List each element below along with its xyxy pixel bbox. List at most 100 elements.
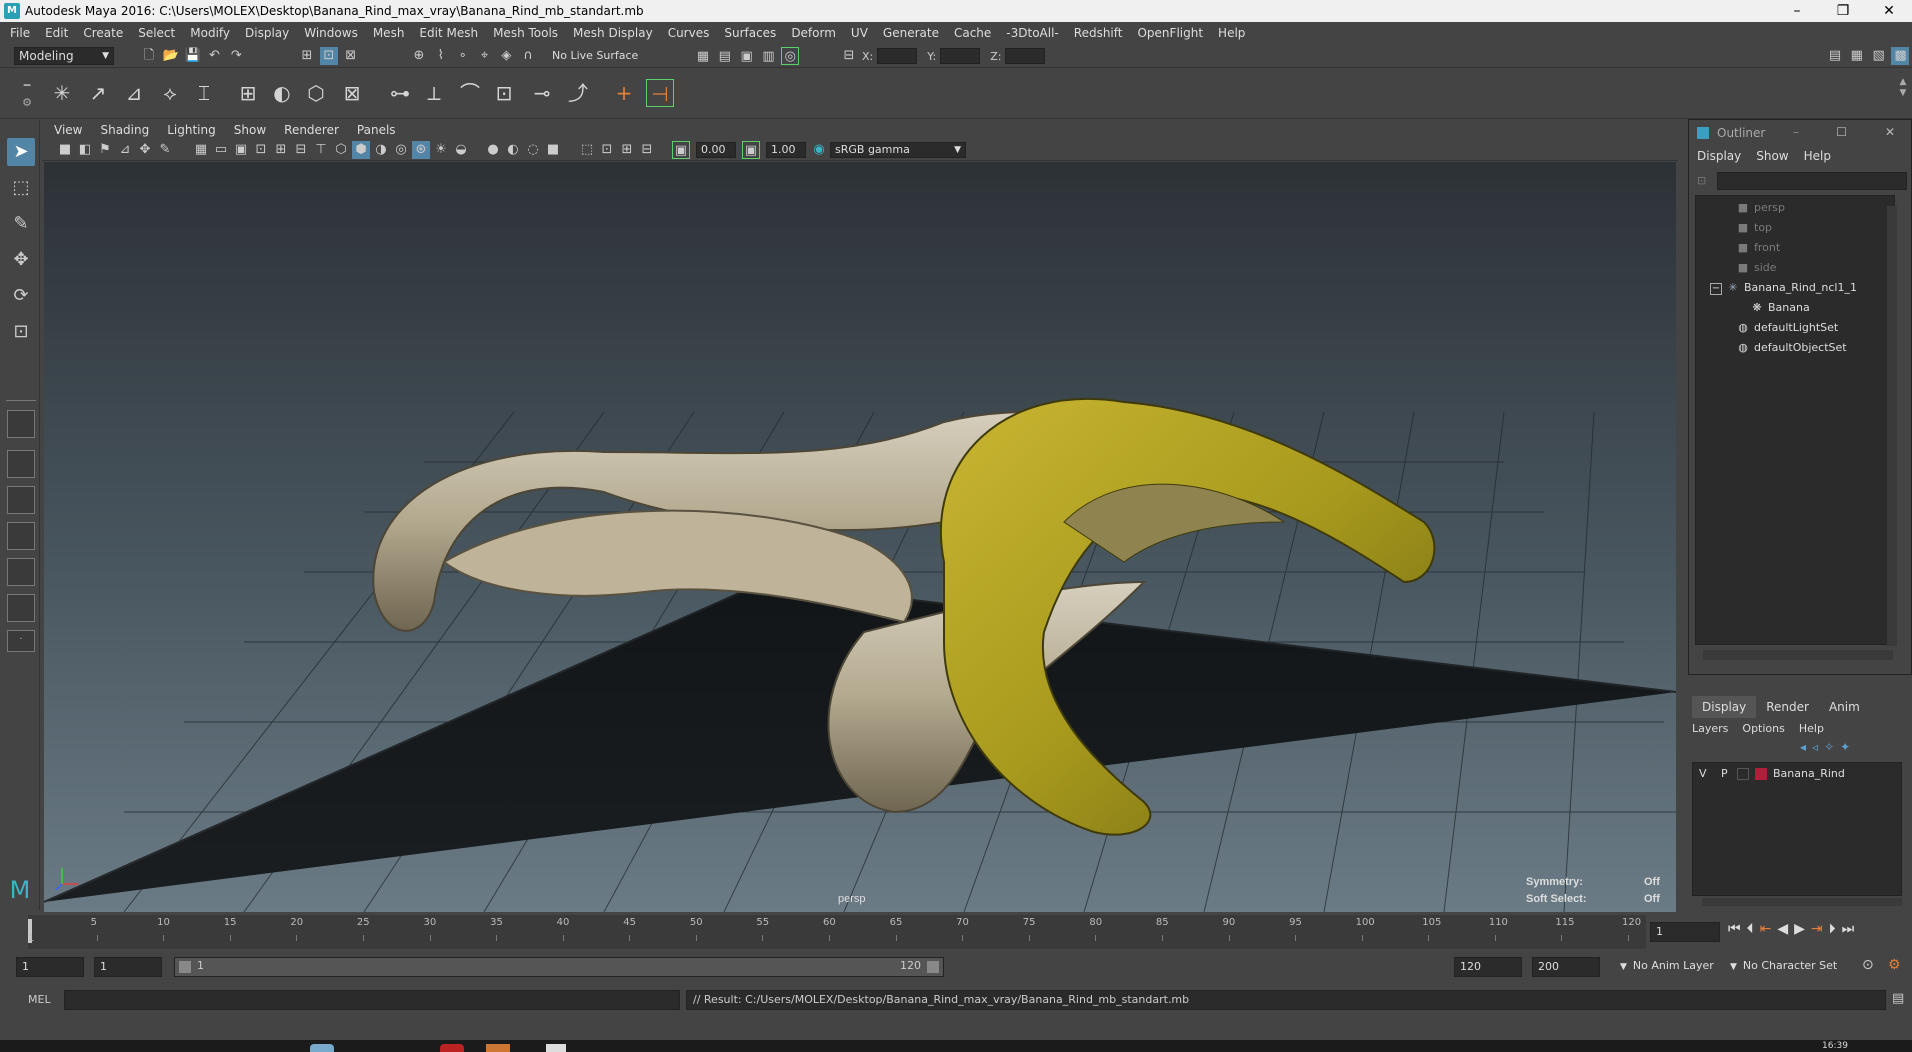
xray-joints-icon[interactable]: ⊟: [638, 141, 656, 159]
scale-tool-icon[interactable]: ⊡: [7, 318, 35, 346]
more-layouts-icon[interactable]: ·: [7, 630, 35, 652]
perspective-viewport[interactable]: persp Symmetry: Off Soft Select: Off: [44, 162, 1676, 912]
outliner-menu-help[interactable]: Help: [1804, 149, 1831, 163]
render-frame-icon[interactable]: ▤: [716, 48, 734, 66]
menu-modify[interactable]: Modify: [190, 26, 230, 40]
character-set-dropdown[interactable]: ▼ No Character Set: [1730, 959, 1837, 972]
playback-start-field[interactable]: 1: [94, 957, 162, 977]
smooth-shade-icon[interactable]: ⬢: [352, 141, 370, 159]
grease-pencil-icon[interactable]: ✎: [156, 141, 174, 159]
options-menu[interactable]: Options: [1742, 722, 1784, 735]
gamma-icon[interactable]: ▣: [742, 141, 760, 159]
four-view-icon[interactable]: [7, 450, 35, 478]
y-field[interactable]: [940, 48, 981, 64]
shelf-scroll-icon[interactable]: ▲ ▼: [1898, 77, 1908, 111]
bezier-curve-icon[interactable]: ⌶: [190, 79, 218, 107]
tab-render[interactable]: Render: [1756, 696, 1819, 718]
outliner-item[interactable]: ■ persp: [1736, 198, 1785, 218]
viewport-menu-view[interactable]: View: [54, 123, 82, 137]
combine-icon[interactable]: ⊞: [234, 79, 262, 107]
outliner-hscrollbar[interactable]: [1703, 650, 1893, 660]
menu-edit-mesh[interactable]: Edit Mesh: [419, 26, 478, 40]
move-layer-down-icon[interactable]: ◃: [1812, 740, 1818, 754]
current-frame-field[interactable]: 1: [1650, 922, 1720, 942]
animation-start-field[interactable]: 1: [16, 957, 84, 977]
range-end-handle[interactable]: [927, 961, 939, 973]
snap-view-icon[interactable]: ⌖: [475, 47, 493, 65]
extrude-icon[interactable]: ⬡: [302, 79, 330, 107]
outliner-item[interactable]: ■ front: [1736, 238, 1780, 258]
script-editor-icon[interactable]: ▤: [1892, 991, 1904, 1006]
menu-mesh[interactable]: Mesh: [373, 26, 405, 40]
target-weld-icon[interactable]: ⤴: [564, 79, 592, 107]
viewport-menu-lighting[interactable]: Lighting: [167, 123, 216, 137]
snap-point-icon[interactable]: ∘: [454, 47, 472, 65]
modeling-toolkit-icon[interactable]: ▤: [1826, 47, 1844, 65]
menu-select[interactable]: Select: [138, 26, 175, 40]
view-transform-dropdown[interactable]: sRGB gamma ▼: [830, 142, 966, 158]
animation-end-field[interactable]: 200: [1532, 957, 1600, 977]
magnet-icon[interactable]: ∩: [519, 47, 537, 65]
attribute-editor-icon[interactable]: ▦: [1848, 47, 1866, 65]
x-field[interactable]: [877, 48, 918, 64]
snap-curve-icon[interactable]: ⌇: [432, 47, 450, 65]
safe-action-icon[interactable]: ⊟: [292, 141, 310, 159]
wireframe-on-shaded-icon[interactable]: ◎: [392, 141, 410, 159]
move-layer-up-icon[interactable]: ◂: [1800, 740, 1806, 754]
step-forward-frame-icon[interactable]: ⏵: [1829, 921, 1836, 937]
rotate-tool-icon[interactable]: ⟳: [7, 282, 35, 310]
color-management-icon[interactable]: ◉: [810, 141, 828, 159]
outliner-close-button[interactable]: ✕: [1885, 125, 1895, 139]
exposure-icon[interactable]: ▣: [672, 141, 690, 159]
viewport-menu-shading[interactable]: Shading: [100, 123, 149, 137]
outliner-menu-show[interactable]: Show: [1756, 149, 1788, 163]
outliner-item[interactable]: ■ top: [1736, 218, 1772, 238]
open-scene-icon[interactable]: 📂: [162, 47, 180, 65]
persp-graph-icon[interactable]: [7, 522, 35, 550]
menu-3dtoall[interactable]: -3DtoAll-: [1006, 26, 1058, 40]
time-slider[interactable]: 1 5 10 15 20 25 30 35 40 45 50 55 60 65 70 75 80 85 90 95 1…: [28, 915, 1646, 949]
outliner-minimize-button[interactable]: –: [1793, 125, 1799, 139]
tool-settings-icon[interactable]: ▧: [1870, 47, 1888, 65]
menu-uv[interactable]: UV: [851, 26, 868, 40]
menu-edit[interactable]: Edit: [45, 26, 68, 40]
camera-attr-icon[interactable]: ◧: [76, 141, 94, 159]
bookmark-icon[interactable]: ⚑: [96, 141, 114, 159]
layer-hscrollbar[interactable]: [1702, 898, 1902, 906]
paint-select-icon[interactable]: ✎: [7, 210, 35, 238]
move-tool-icon[interactable]: ✥: [7, 246, 35, 274]
menu-curves[interactable]: Curves: [668, 26, 710, 40]
step-forward-key-icon[interactable]: ⇥: [1811, 921, 1823, 937]
layer-color-swatch[interactable]: [1755, 768, 1767, 780]
xray-icon[interactable]: ⊡: [598, 141, 616, 159]
animation-prefs-icon[interactable]: ⚙: [1888, 957, 1901, 973]
polygon-sphere-icon[interactable]: ✳: [48, 79, 76, 107]
redo-icon[interactable]: ↷: [227, 47, 245, 65]
outliner-vscrollbar[interactable]: [1887, 206, 1897, 646]
outliner-item[interactable]: ◍ defaultObjectSet: [1736, 338, 1846, 358]
hypershade-icon[interactable]: ◎: [781, 47, 800, 65]
motion-blur-icon[interactable]: ◐: [504, 141, 522, 159]
lights-icon[interactable]: ☀: [432, 141, 450, 159]
snap-grid-icon[interactable]: ⊕: [410, 47, 428, 65]
undo-icon[interactable]: ↶: [205, 47, 223, 65]
play-backwards-icon[interactable]: ◀: [1777, 921, 1788, 937]
menu-deform[interactable]: Deform: [791, 26, 836, 40]
select-tool-icon[interactable]: ➤: [7, 138, 35, 166]
menu-mesh-display[interactable]: Mesh Display: [573, 26, 653, 40]
script-language-toggle[interactable]: MEL: [28, 993, 51, 1006]
tab-anim[interactable]: Anim: [1819, 696, 1870, 718]
input-mode-icon[interactable]: ⊟: [840, 47, 858, 65]
xray-active-icon[interactable]: ⊞: [618, 141, 636, 159]
viewport-menu-show[interactable]: Show: [234, 123, 266, 137]
component-mode-icon[interactable]: ⊠: [342, 47, 360, 65]
outliner-item[interactable]: ◍ defaultLightSet: [1736, 318, 1838, 338]
image-plane-icon[interactable]: ⊿: [116, 141, 134, 159]
2d-pan-zoom-icon[interactable]: ✥: [136, 141, 154, 159]
z-field[interactable]: [1005, 48, 1046, 64]
collapse-icon[interactable]: −: [1710, 283, 1722, 295]
go-to-start-icon[interactable]: ⏮: [1728, 921, 1741, 937]
step-back-frame-icon[interactable]: ⏴: [1747, 921, 1754, 937]
new-scene-icon[interactable]: 🗋: [140, 47, 158, 65]
ep-curve-icon[interactable]: ⊿: [120, 79, 148, 107]
